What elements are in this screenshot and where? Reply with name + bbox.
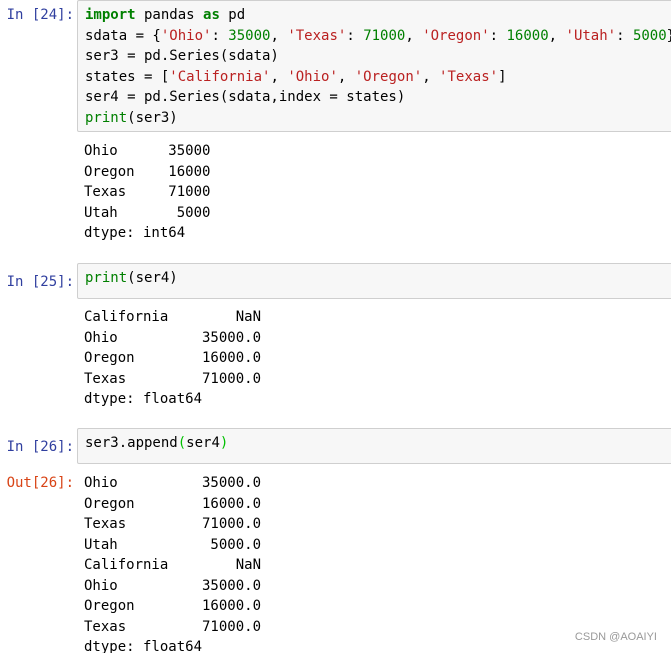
output-line: Texas 71000 [84, 184, 211, 200]
code-token: , [422, 68, 440, 85]
code-token: 'Oregon' [422, 27, 490, 44]
cell-output: California NaN Ohio 35000.0 Oregon 16000.0… [84, 307, 671, 410]
code-token: : [346, 27, 364, 44]
output-line: California NaN [84, 557, 262, 573]
code-token: ( [177, 435, 187, 451]
code-input[interactable]: ser3.append(ser4) [77, 428, 671, 464]
code-input[interactable]: import pandas as pd sdata = {'Ohio': 3500… [77, 0, 671, 132]
code-token: states = [ [85, 68, 170, 85]
code-line: ser3 = pd.Series(sdata) [85, 46, 671, 67]
code-token: 35000 [228, 27, 271, 44]
code-token: ser4 = pd.Series(sdata,index = states) [85, 89, 406, 105]
code-token: (ser4) [127, 270, 178, 286]
code-line: print(ser4) [85, 268, 671, 289]
code-token: : [616, 27, 633, 44]
code-token: , [270, 68, 288, 85]
code-token: 'Texas' [287, 27, 347, 44]
code-lines: ser3.append(ser4) [85, 433, 671, 454]
code-token: : [211, 27, 229, 44]
code-token: print [85, 270, 128, 286]
code-token: ) [219, 435, 229, 451]
code-token: 'California' [169, 68, 271, 85]
code-token: 71000 [363, 27, 406, 44]
output-line: California NaN [84, 309, 262, 325]
code-input[interactable]: print(ser4) [77, 263, 671, 299]
code-token: ser3 = pd.Series(sdata) [85, 48, 279, 64]
code-line: import pandas as pd [85, 5, 671, 26]
code-token: print [85, 109, 128, 126]
code-lines: print(ser4) [85, 268, 671, 289]
code-token: pandas [135, 7, 204, 23]
code-token: 16000 [506, 27, 549, 44]
output-line: Ohio 35000.0 [84, 475, 262, 491]
code-token: as [203, 7, 220, 23]
output-line: Utah 5000 [84, 204, 211, 221]
code-token: (ser3) [127, 109, 178, 126]
code-token: 'Ohio' [287, 68, 338, 85]
output-lines: Ohio 35000.0 Oregon 16000.0 Texas 71000.0 U… [84, 473, 671, 653]
code-token: , [270, 27, 288, 44]
code-token: 'Utah' [565, 27, 617, 44]
output-line: Utah 5000.0 [84, 536, 262, 553]
code-line: ser4 = pd.Series(sdata,index = states) [85, 87, 671, 108]
code-token: pd [219, 7, 246, 23]
output-line: Oregon 16000 [84, 163, 211, 180]
cell-output: Ohio 35000.0 Oregon 16000.0 Texas 71000.0 U… [84, 473, 671, 653]
input-prompt: In [25]: [6, 274, 74, 290]
code-token: , [337, 68, 355, 85]
input-prompt: In [24]: [6, 7, 74, 23]
code-token: ser4 [186, 435, 220, 451]
output-line: Ohio 35000.0 [84, 329, 262, 346]
output-line: dtype: float64 [84, 391, 203, 407]
code-token: } [667, 28, 671, 44]
watermark: CSDN @AOAIYI [574, 631, 657, 643]
output-line: Oregon 16000.0 [84, 350, 262, 366]
code-token: 'Ohio' [160, 27, 212, 44]
code-line: ser3.append(ser4) [85, 433, 671, 454]
code-lines: import pandas as pd sdata = {'Ohio': 3500… [85, 5, 671, 128]
code-token: sdata = { [85, 27, 161, 44]
code-line: states = ['California', 'Ohio', 'Oregon'… [85, 67, 671, 88]
output-prompt: Out[26]: [6, 475, 74, 491]
code-token: 'Texas' [439, 68, 499, 85]
output-line: Ohio 35000 [84, 143, 211, 159]
code-token: 'Oregon' [354, 68, 423, 85]
output-line: Ohio 35000.0 [84, 577, 262, 594]
input-prompt: In [26]: [6, 439, 74, 455]
code-token: 5000 [632, 27, 667, 44]
code-token: : [489, 27, 507, 44]
output-lines: Ohio 35000 Oregon 16000 Texas 71000 Utah 50… [84, 141, 671, 244]
code-token: , [405, 27, 423, 44]
code-token: import [85, 7, 136, 23]
code-token: , [548, 27, 566, 44]
output-line: dtype: int64 [84, 225, 186, 241]
output-line: Oregon 16000.0 [84, 495, 262, 512]
output-line: Texas 71000.0 [84, 370, 262, 387]
code-line: sdata = {'Ohio': 35000, 'Texas': 71000, … [85, 26, 671, 47]
code-line: print(ser3) [85, 108, 671, 129]
output-line: Texas 71000.0 [84, 516, 262, 532]
output-line: Oregon 16000.0 [84, 598, 262, 614]
code-token: ] [498, 68, 507, 85]
cell-output: Ohio 35000 Oregon 16000 Texas 71000 Utah 50… [84, 141, 671, 244]
code-token: ser3.append [85, 435, 178, 451]
output-lines: California NaN Ohio 35000.0 Oregon 16000.0… [84, 307, 671, 410]
